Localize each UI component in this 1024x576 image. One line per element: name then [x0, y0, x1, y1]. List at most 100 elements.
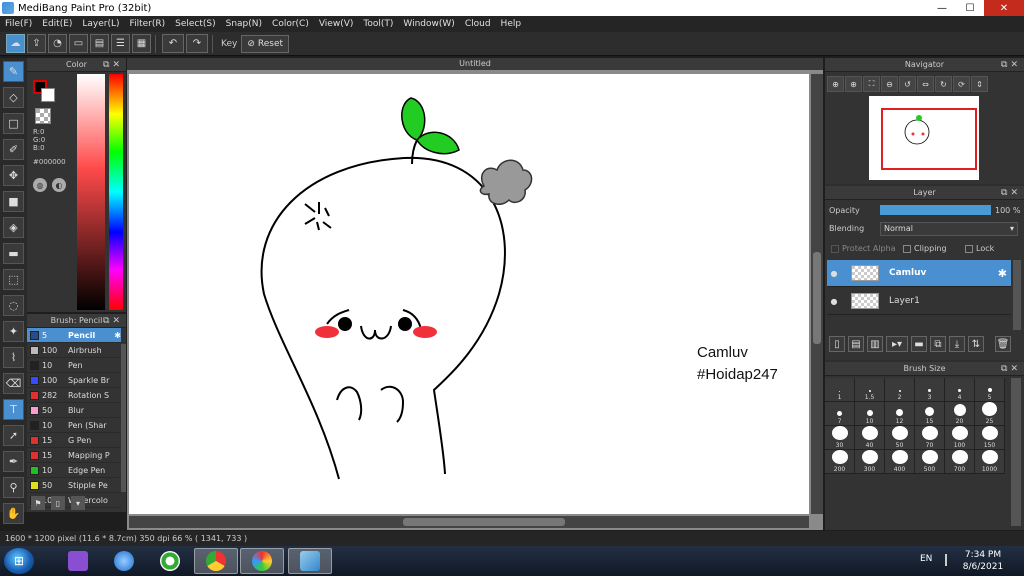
move-tool-icon[interactable]: ✥	[3, 165, 24, 186]
brush-size-cell[interactable]: 30	[825, 426, 855, 450]
magic-wand-icon[interactable]: ✦	[3, 321, 24, 342]
start-button[interactable]: ⊞	[4, 548, 34, 574]
trash-icon[interactable]: 🗑	[995, 336, 1011, 352]
brush-size-cell[interactable]: 25	[975, 402, 1005, 426]
taskbar-app-colorwheel[interactable]	[240, 548, 284, 574]
gear-icon[interactable]: ✱	[114, 331, 121, 340]
taskbar-coccoc[interactable]	[148, 548, 192, 574]
brush-size-cell[interactable]: 1000	[975, 450, 1005, 474]
protect-alpha-checkbox[interactable]: Protect Alpha	[831, 244, 896, 253]
eyedropper-icon[interactable]: ✒	[3, 451, 24, 472]
menu-view[interactable]: View(V)	[314, 16, 359, 32]
layer-list-scrollbar[interactable]	[1013, 260, 1021, 330]
redo-icon[interactable]: ↷	[186, 34, 208, 53]
blending-select[interactable]: Normal ▾	[880, 222, 1018, 236]
maximize-button[interactable]: ☐	[956, 0, 984, 16]
fit-icon[interactable]: ⛶	[863, 76, 880, 92]
brush-item[interactable]: 5 Pencil ✱	[27, 328, 121, 343]
menu-color[interactable]: Color(C)	[267, 16, 314, 32]
brush-list-scrollbar[interactable]	[121, 344, 126, 492]
brush-item[interactable]: 282 Rotation S	[27, 388, 121, 403]
system-clock[interactable]: 7:34 PM 8/6/2021	[955, 549, 1011, 573]
taskbar-chrome[interactable]	[194, 548, 238, 574]
reset-view-icon[interactable]: ⟳	[953, 76, 970, 92]
comment-icon[interactable]: ◔	[48, 34, 67, 53]
brush-size-cell[interactable]: 5	[975, 378, 1005, 402]
brush-size-cell[interactable]: 200	[825, 450, 855, 474]
menu-tool[interactable]: Tool(T)	[358, 16, 398, 32]
taskbar-internet-explorer[interactable]	[102, 548, 146, 574]
brush-size-cell[interactable]: 7	[825, 402, 855, 426]
brush-size-cell[interactable]: 50	[885, 426, 915, 450]
brush-item[interactable]: 10 Pen (Shar	[27, 418, 121, 433]
pen-tool-icon[interactable]: ✐	[3, 139, 24, 160]
brush-size-cell[interactable]: 15	[915, 402, 945, 426]
zoom-plus-icon[interactable]: ⊕	[845, 76, 862, 92]
saturation-value-bar[interactable]	[77, 74, 105, 310]
brush-size-cell[interactable]: 12	[885, 402, 915, 426]
flip-icon[interactable]: ⇔	[917, 76, 934, 92]
new-page-icon[interactable]: ▯	[51, 496, 65, 510]
menu-edit[interactable]: Edit(E)	[37, 16, 77, 32]
message-icon[interactable]: ▭	[69, 34, 88, 53]
brush-menu-icon[interactable]: ▾	[71, 496, 85, 510]
document-tab[interactable]: Untitled	[127, 58, 823, 70]
operation-tool-icon[interactable]: ➚	[3, 425, 24, 446]
brush-size-cell[interactable]: 300	[855, 450, 885, 474]
layer-row-camluv[interactable]: ● Camluv ✱	[827, 260, 1011, 287]
brush-size-cell[interactable]: 400	[885, 450, 915, 474]
new-8bit-layer-icon[interactable]: ▥	[867, 336, 883, 352]
horizontal-scroll-thumb[interactable]	[403, 518, 565, 526]
bucket-tool-icon[interactable]: ◈	[3, 217, 24, 238]
select-rect-icon[interactable]: ⬚	[3, 269, 24, 290]
panel-controls-icon[interactable]: ⧉✕	[1001, 362, 1021, 376]
panel-controls-icon[interactable]: ⧉✕	[1001, 186, 1021, 200]
brush-size-cell[interactable]: 500	[915, 450, 945, 474]
opacity-slider[interactable]	[880, 205, 991, 215]
lasso-tool-icon[interactable]: ◌	[3, 295, 24, 316]
hue-slider[interactable]	[109, 74, 123, 310]
new-layer-icon[interactable]: ▯	[829, 336, 845, 352]
folder-icon[interactable]: ▬	[911, 336, 927, 352]
gear-icon[interactable]: ✱	[998, 267, 1007, 280]
zoom-in-icon[interactable]: ⊕	[827, 76, 844, 92]
menu-snap[interactable]: Snap(N)	[221, 16, 267, 32]
zoom-out-icon[interactable]: ⊖	[881, 76, 898, 92]
color-settings-icon[interactable]: ◐	[52, 178, 66, 192]
select-eraser-icon[interactable]: ⌫	[3, 373, 24, 394]
brush-size-cell[interactable]: 4	[945, 378, 975, 402]
panel-controls-icon[interactable]: ⧉✕	[103, 314, 123, 328]
hand-tool-icon[interactable]: ✋	[3, 503, 24, 524]
brush-size-cell[interactable]: 3	[915, 378, 945, 402]
brush-size-cell[interactable]: 10	[855, 402, 885, 426]
menu-window[interactable]: Window(W)	[398, 16, 459, 32]
rotate-right-icon[interactable]: ↻	[935, 76, 952, 92]
text-tool-icon[interactable]: T	[3, 399, 24, 420]
brush-size-scrollbar[interactable]	[1011, 378, 1021, 526]
brush-size-cell[interactable]: 2	[885, 378, 915, 402]
select-pen-icon[interactable]: ⌇	[3, 347, 24, 368]
eraser-tool-icon[interactable]: ◇	[3, 87, 24, 108]
brush-item[interactable]: 50 Blur	[27, 403, 121, 418]
close-button[interactable]: ✕	[984, 0, 1024, 16]
new-halftone-layer-icon[interactable]: ▤	[848, 336, 864, 352]
mirror-icon[interactable]: ⇕	[971, 76, 988, 92]
brush-item[interactable]: 15 G Pen	[27, 433, 121, 448]
brush-item[interactable]: 15 Mapping P	[27, 448, 121, 463]
brush-item[interactable]: 10 Pen	[27, 358, 121, 373]
brush-size-cell[interactable]: 70	[915, 426, 945, 450]
grid-icon[interactable]: ▦	[132, 34, 151, 53]
taskbar-visual-studio[interactable]	[56, 548, 100, 574]
minimize-button[interactable]: —	[928, 0, 956, 16]
merge-down-icon[interactable]: ⤓	[949, 336, 965, 352]
duplicate-layer-icon[interactable]: ⧉	[930, 336, 946, 352]
add-layer-menu-icon[interactable]: ▸▾	[886, 336, 908, 352]
reset-button[interactable]: ⊘ Reset	[241, 34, 290, 53]
brush-size-cell[interactable]: 700	[945, 450, 975, 474]
menu-select[interactable]: Select(S)	[170, 16, 221, 32]
document-icon[interactable]: ▤	[90, 34, 109, 53]
brush-item[interactable]: 100 Airbrush	[27, 343, 121, 358]
brush-size-cell[interactable]: 1.5	[855, 378, 885, 402]
menu-help[interactable]: Help	[496, 16, 527, 32]
taskbar-medibang[interactable]	[288, 548, 332, 574]
